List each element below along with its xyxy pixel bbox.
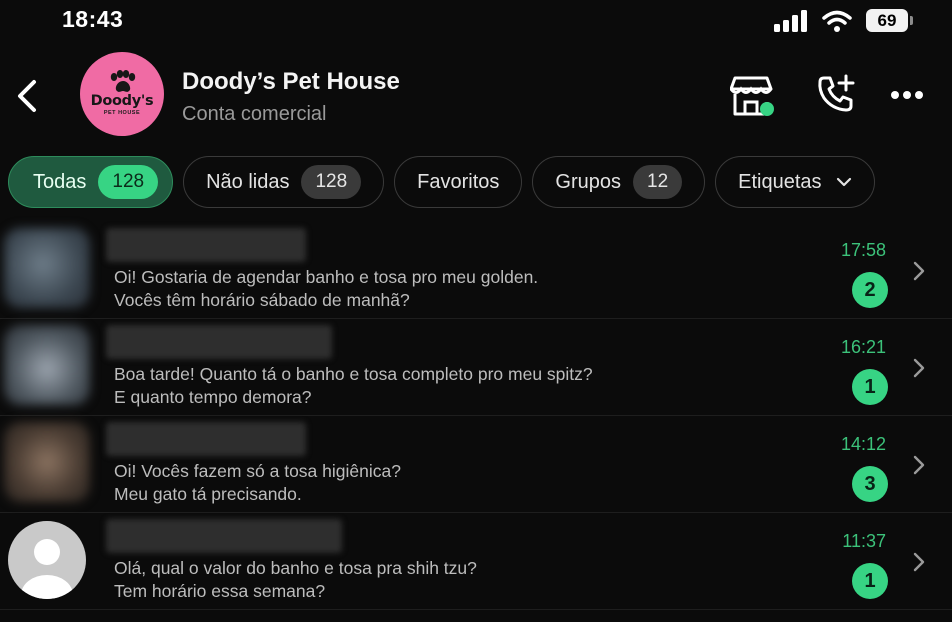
unread-badge: 1 <box>852 369 888 405</box>
filter-chip-etiquetas[interactable]: Etiquetas <box>715 156 875 208</box>
message-preview: Oi! Gostaria de agendar banho e tosa pro… <box>114 266 538 312</box>
unread-badge: 3 <box>852 466 888 502</box>
contact-avatar <box>4 228 90 308</box>
cellular-signal-icon <box>774 9 807 32</box>
message-line: Oi! Gostaria de agendar banho e tosa pro… <box>114 267 539 287</box>
contact-avatar <box>4 422 90 502</box>
message-line: Olá, qual o valor do banho e tosa pra sh… <box>114 558 477 578</box>
filter-chips: Todas 128 Não lidas 128 Favoritos Grupos… <box>8 156 952 210</box>
more-options-icon[interactable] <box>890 90 924 100</box>
message-line: Meu gato tá precisando. <box>114 484 302 504</box>
paw-icon <box>110 70 136 92</box>
status-time: 18:43 <box>62 6 124 32</box>
storefront-icon[interactable] <box>730 74 778 120</box>
battery-level: 69 <box>877 10 897 30</box>
default-avatar <box>8 521 86 599</box>
chevron-right-icon <box>913 261 925 281</box>
message-preview: Olá, qual o valor do banho e tosa pra sh… <box>114 557 477 603</box>
filter-chip-label: Não lidas <box>206 170 290 193</box>
chat-list: Oi! Gostaria de agendar banho e tosa pro… <box>0 222 952 610</box>
person-icon <box>21 539 73 599</box>
chat-header: Doody's PET HOUSE Doody’s Pet House Cont… <box>0 48 952 144</box>
contact-name-blurred <box>106 422 306 456</box>
message-time: 16:21 <box>840 337 886 357</box>
message-line: Vocês têm horário sábado de manhã? <box>114 290 410 310</box>
filter-chip-label: Todas <box>33 170 87 193</box>
chat-row[interactable]: Oi! Vocês fazem só a tosa higiênica? Meu… <box>0 416 952 513</box>
message-time: 17:58 <box>840 240 886 260</box>
contact-name[interactable]: Doody’s Pet House <box>182 68 400 96</box>
message-preview: Oi! Vocês fazem só a tosa higiênica? Meu… <box>114 460 401 506</box>
add-call-icon[interactable] <box>816 74 856 114</box>
back-chevron-icon[interactable] <box>14 76 42 116</box>
filter-chip-label: Etiquetas <box>738 170 822 193</box>
business-avatar[interactable]: Doody's PET HOUSE <box>80 52 164 136</box>
unread-badge: 1 <box>852 563 888 599</box>
chevron-right-icon <box>913 358 925 378</box>
filter-chip-nao-lidas[interactable]: Não lidas 128 <box>183 156 385 208</box>
wifi-icon <box>822 10 852 32</box>
chat-row[interactable]: Boa tarde! Quanto tá o banho e tosa comp… <box>0 319 952 416</box>
message-line: Boa tarde! Quanto tá o banho e tosa comp… <box>114 364 593 384</box>
filter-chip-count: 128 <box>98 165 159 199</box>
filter-chip-todas[interactable]: Todas 128 <box>8 156 174 208</box>
contact-avatar <box>4 325 90 405</box>
unread-badge: 2 <box>852 272 888 308</box>
chevron-right-icon <box>913 455 925 475</box>
status-bar: 18:43 69 <box>0 0 952 44</box>
message-line: E quanto tempo demora? <box>114 387 312 407</box>
contact-name-blurred <box>106 519 342 553</box>
logo-brand-text: Doody's <box>90 93 154 109</box>
message-preview: Boa tarde! Quanto tá o banho e tosa comp… <box>114 363 593 409</box>
filter-chip-label: Favoritos <box>417 170 500 193</box>
filter-chip-count: 12 <box>633 165 683 199</box>
filter-chip-count: 128 <box>301 165 362 199</box>
chevron-right-icon <box>913 552 925 572</box>
battery-icon: 69 <box>866 9 913 32</box>
chat-row[interactable]: Oi! Gostaria de agendar banho e tosa pro… <box>0 222 952 319</box>
chevron-down-icon <box>836 177 851 187</box>
message-time: 11:37 <box>842 531 886 551</box>
contact-subtitle: Conta comercial <box>182 103 327 125</box>
message-time: 14:12 <box>840 434 886 454</box>
logo-sub-text: PET HOUSE <box>103 110 141 116</box>
message-line: Tem horário essa semana? <box>114 581 326 601</box>
contact-name-blurred <box>106 325 332 359</box>
chat-row[interactable]: Olá, qual o valor do banho e tosa pra sh… <box>0 513 952 610</box>
filter-chip-grupos[interactable]: Grupos 12 <box>532 156 706 208</box>
filter-chip-favoritos[interactable]: Favoritos <box>394 156 523 208</box>
filter-chip-label: Grupos <box>555 170 622 193</box>
message-line: Oi! Vocês fazem só a tosa higiênica? <box>114 461 401 481</box>
contact-name-blurred <box>106 228 306 262</box>
